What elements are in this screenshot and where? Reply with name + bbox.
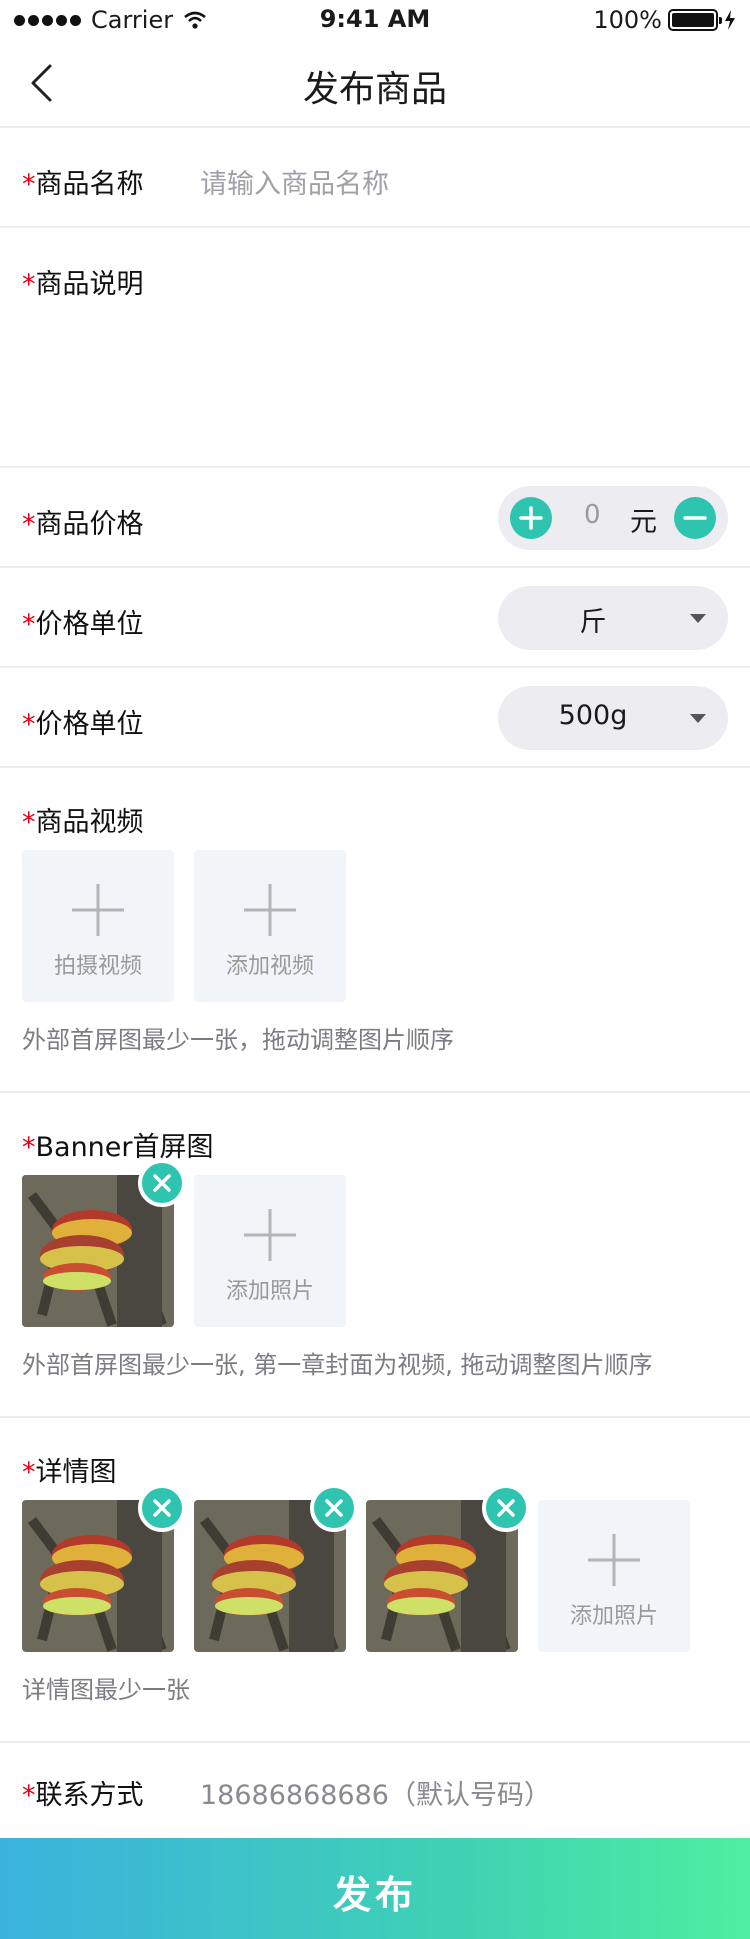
product-name-input[interactable]: 请输入商品名称 [200, 162, 389, 201]
battery-percent: 100% [593, 6, 662, 34]
contact-label: *联系方式 [22, 1780, 144, 1811]
description-row[interactable]: *商品说明 [0, 228, 750, 468]
shoot-video-label: 拍摄视频 [53, 954, 142, 979]
product-name-row: *商品名称 请输入商品名称 [0, 128, 750, 228]
detail-hint: 详情图最少一张 [22, 1676, 190, 1704]
publish-button[interactable]: 发布 [0, 1838, 750, 1939]
add-banner-photo-button[interactable]: 添加照片 [194, 1175, 346, 1327]
video-label: *商品视频 [22, 807, 144, 838]
product-name-label: *商品名称 [22, 169, 144, 200]
add-video-button[interactable]: 添加视频 [194, 850, 346, 1002]
remove-image-button[interactable] [310, 1484, 358, 1532]
video-hint: 外部首屏图最少一张，拖动调整图片顺序 [22, 1026, 454, 1054]
banner-hint: 外部首屏图最少一张, 第一章封面为视频, 拖动调整图片顺序 [22, 1351, 653, 1379]
add-detail-photo-button[interactable]: 添加照片 [538, 1500, 690, 1652]
description-label: *商品说明 [22, 269, 144, 300]
price-unit-label-2: *价格单位 [22, 709, 144, 740]
price-label: *商品价格 [22, 509, 144, 540]
nav-bar: 发布商品 [0, 40, 750, 128]
detail-section: *详情图 添加照片 详情图最少一张 [0, 1418, 750, 1743]
remove-image-button[interactable] [138, 1159, 186, 1207]
price-unit-row-2: *价格单位 500g [0, 668, 750, 768]
plus-icon [72, 884, 124, 936]
video-section: *商品视频 拍摄视频 添加视频 外部首屏图最少一张，拖动调整图片顺序 [0, 768, 750, 1093]
remove-image-button[interactable] [138, 1484, 186, 1532]
detail-label: *详情图 [22, 1457, 117, 1488]
required-mark: * [22, 169, 36, 200]
minus-button[interactable] [674, 497, 716, 539]
charging-icon [725, 10, 735, 30]
page-title: 发布商品 [302, 69, 447, 110]
add-banner-photo-label: 添加照片 [225, 1279, 314, 1304]
price-stepper: 0 元 [498, 486, 728, 550]
unit-select-2[interactable]: 500g [498, 686, 728, 750]
banner-label: *Banner首屏图 [22, 1132, 214, 1163]
unit-select-1[interactable]: 斤 [498, 586, 728, 650]
price-unit-row-1: *价格单位 斤 [0, 568, 750, 668]
contact-input[interactable]: 18686868686（默认号码） [200, 1773, 551, 1812]
unit-select-1-value: 斤 [579, 607, 607, 638]
price-row: *商品价格 0 元 [0, 468, 750, 568]
price-unit: 元 [630, 507, 657, 538]
battery-icon [668, 9, 722, 31]
add-detail-photo-label: 添加照片 [569, 1604, 658, 1629]
status-bar: Carrier 9:41 AM 100% [0, 0, 750, 40]
add-video-label: 添加视频 [225, 954, 314, 979]
unit-select-2-value: 500g [558, 700, 628, 731]
plus-icon [588, 1534, 640, 1586]
price-value[interactable]: 0 [584, 500, 601, 530]
publish-label: 发布 [332, 1873, 417, 1917]
plus-icon [244, 884, 296, 936]
dropdown-caret-icon [690, 714, 706, 723]
contact-row: *联系方式 18686868686（默认号码） [0, 1743, 750, 1838]
remove-image-button[interactable] [482, 1484, 530, 1532]
plus-button[interactable] [510, 497, 552, 539]
banner-section: *Banner首屏图 添加照片 外部首屏图最少一张, 第一章封面为视频, 拖动调… [0, 1093, 750, 1418]
price-unit-label-1: *价格单位 [22, 609, 144, 640]
dropdown-caret-icon [690, 614, 706, 623]
plus-icon [244, 1209, 296, 1261]
shoot-video-button[interactable]: 拍摄视频 [22, 850, 174, 1002]
